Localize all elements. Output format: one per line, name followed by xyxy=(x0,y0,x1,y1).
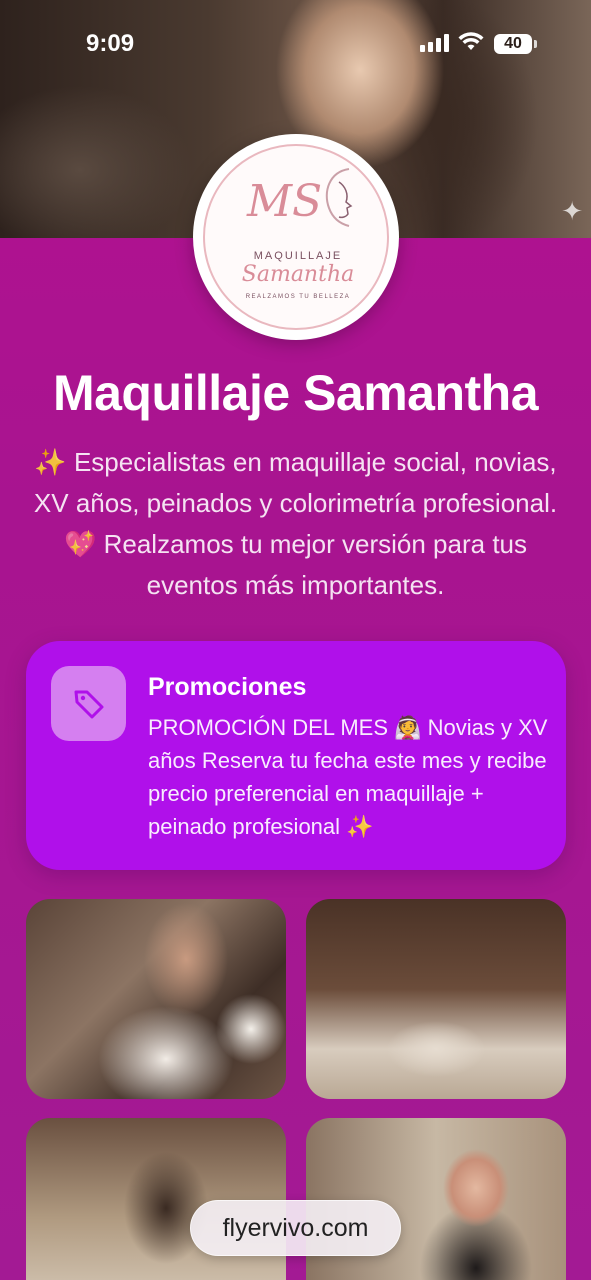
wifi-icon xyxy=(458,32,484,50)
status-time: 9:09 xyxy=(86,30,135,57)
profile-title: Maquillaje Samantha xyxy=(52,365,539,421)
sparkle-icon: ✦ xyxy=(561,196,583,226)
tag-icon xyxy=(51,666,126,741)
cellular-signal-icon xyxy=(420,34,449,52)
gallery-makeup-brushes-photo[interactable] xyxy=(306,899,566,1099)
logo-line2: Samantha xyxy=(241,262,355,287)
promo-text: PROMOCIÓN DEL MES 👰 Novias y XV años Res… xyxy=(148,715,548,839)
logo-line1: MAQUILLAJE xyxy=(253,250,343,262)
profile-bio: ✨ Especialistas en maquillaje social, no… xyxy=(33,447,558,600)
flyervivo-link[interactable]: flyervivo.com xyxy=(190,1200,401,1256)
woman-profile-icon xyxy=(325,168,353,227)
promo-card[interactable]: Promociones PROMOCIÓN DEL MES 👰 Novias y… xyxy=(26,641,566,870)
status-bar: 9:09 40 xyxy=(0,28,591,62)
profile-logo: MS MAQUILLAJE Samantha REALZAMOS TU BELL… xyxy=(193,134,399,340)
gallery-bride-makeup-photo[interactable] xyxy=(26,899,286,1099)
battery-icon: 40 xyxy=(494,34,537,54)
logo-tagline: REALZAMOS TU BELLEZA xyxy=(245,294,351,300)
promo-title: Promociones xyxy=(148,673,307,701)
